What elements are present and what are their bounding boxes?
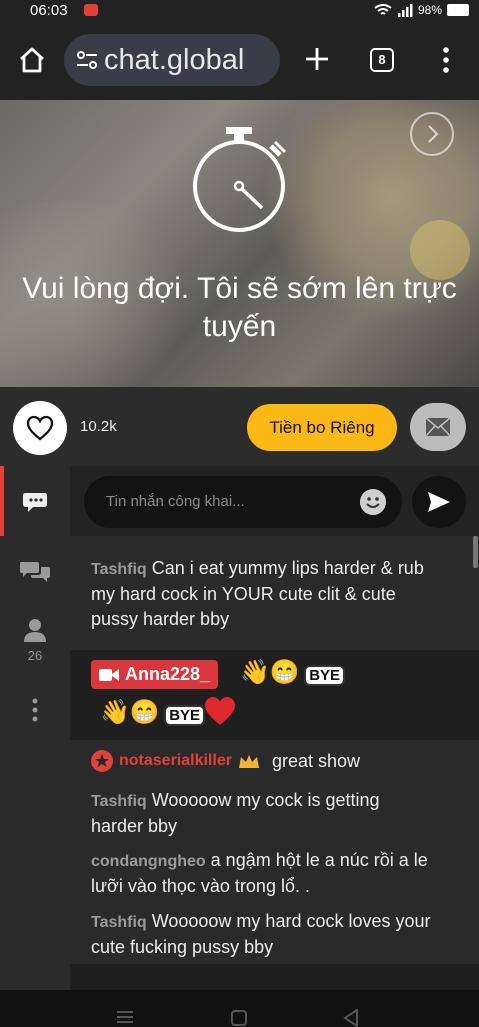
chat-message: condangngheo a ngậm hột le a núc rồi a l… (91, 848, 431, 899)
chat-input-area: Tin nhắn công khai... (70, 466, 479, 536)
bye-sticker: 👋😁 BYE (100, 698, 206, 727)
new-tab-icon[interactable] (304, 46, 330, 72)
waving-emoji-icon: 👋😁 (100, 699, 160, 726)
chevron-right-icon (428, 125, 439, 143)
address-bar[interactable]: chat.global (64, 34, 280, 86)
recents-icon[interactable] (116, 1010, 134, 1024)
wifi-icon (374, 3, 392, 15)
public-chat-icon[interactable] (22, 491, 48, 513)
chat-message: Tashfiq Wooooow my cock is getting harde… (91, 788, 431, 839)
sticker-text: BYE (164, 705, 206, 726)
more-options-icon[interactable] (31, 698, 39, 722)
tab-switcher-button[interactable]: 8 (370, 48, 394, 72)
next-stream-button[interactable] (410, 112, 454, 156)
chat-message: Tashfiq Can i eat yummy lips harder & ru… (91, 556, 431, 632)
battery-percent: 98% (417, 3, 442, 17)
heart-icon (26, 415, 54, 441)
chat-scrollbar[interactable] (473, 536, 478, 568)
url-text: chat.global (104, 43, 245, 76)
message-text: great show (271, 750, 361, 771)
offline-message: Vui lòng đợi. Tôi sẽ sớm lên trực tuyến (22, 272, 457, 343)
message-username[interactable]: Tashfiq (91, 793, 147, 810)
more-menu-icon[interactable] (440, 46, 452, 74)
chat-sidebar: 26 (0, 466, 70, 990)
home-icon[interactable] (18, 46, 46, 74)
signal-icon (397, 3, 413, 17)
waving-emoji-icon: 👋😁 (240, 659, 300, 686)
like-count: 10.2k (80, 418, 117, 435)
video-camera-icon (99, 669, 119, 681)
send-button[interactable] (412, 476, 466, 528)
screen-record-icon (84, 4, 98, 16)
browser-toolbar: chat.global 8 (0, 22, 479, 100)
system-nav-bar (0, 990, 479, 1027)
stopwatch-icon (193, 127, 287, 232)
message-username[interactable]: notaserialkiller (119, 752, 232, 770)
status-bar: 06:03 98% (0, 0, 479, 22)
bye-sticker: 👋😁 BYE (240, 658, 346, 687)
back-icon[interactable] (343, 1009, 359, 1027)
site-settings-icon[interactable] (76, 50, 98, 70)
heart-emoji-icon (205, 697, 235, 725)
battery-icon (447, 4, 469, 16)
active-tab-indicator (0, 466, 4, 536)
users-icon[interactable] (23, 618, 47, 642)
chat-messages[interactable]: Tashfiq Can i eat yummy lips harder & ru… (70, 536, 479, 990)
mail-icon (425, 417, 451, 437)
action-bar: 10.2k Tiền bo Riêng (0, 387, 479, 466)
status-time: 06:03 (30, 2, 68, 19)
private-tip-button[interactable]: Tiền bo Riêng (247, 404, 397, 451)
sticker-text: BYE (304, 665, 346, 686)
users-count: 26 (27, 648, 43, 663)
message-username[interactable]: Tashfiq (91, 561, 147, 578)
crown-icon (238, 755, 259, 768)
message-username[interactable]: condangngheo (91, 853, 206, 870)
like-button[interactable] (13, 401, 67, 455)
emoji-icon[interactable] (360, 489, 386, 515)
chat-message: Tashfiq Wooooow my hard cock loves your … (91, 909, 431, 960)
message-username: Anna228_ (125, 664, 211, 684)
public-message-input[interactable]: Tin nhắn công khai... (84, 476, 402, 528)
private-chats-icon[interactable] (19, 560, 51, 584)
chat-message: notaserialkiller great show (91, 750, 360, 772)
send-icon (428, 492, 450, 512)
stream-player[interactable]: Vui lòng đợi. Tôi sẽ sớm lên trực tuyến (0, 100, 479, 387)
star-badge-icon (91, 750, 113, 772)
message-username[interactable]: Tashfiq (91, 914, 147, 931)
message-button[interactable] (410, 403, 466, 451)
home-nav-icon[interactable] (231, 1010, 247, 1026)
input-placeholder: Tin nhắn công khai... (106, 493, 245, 510)
